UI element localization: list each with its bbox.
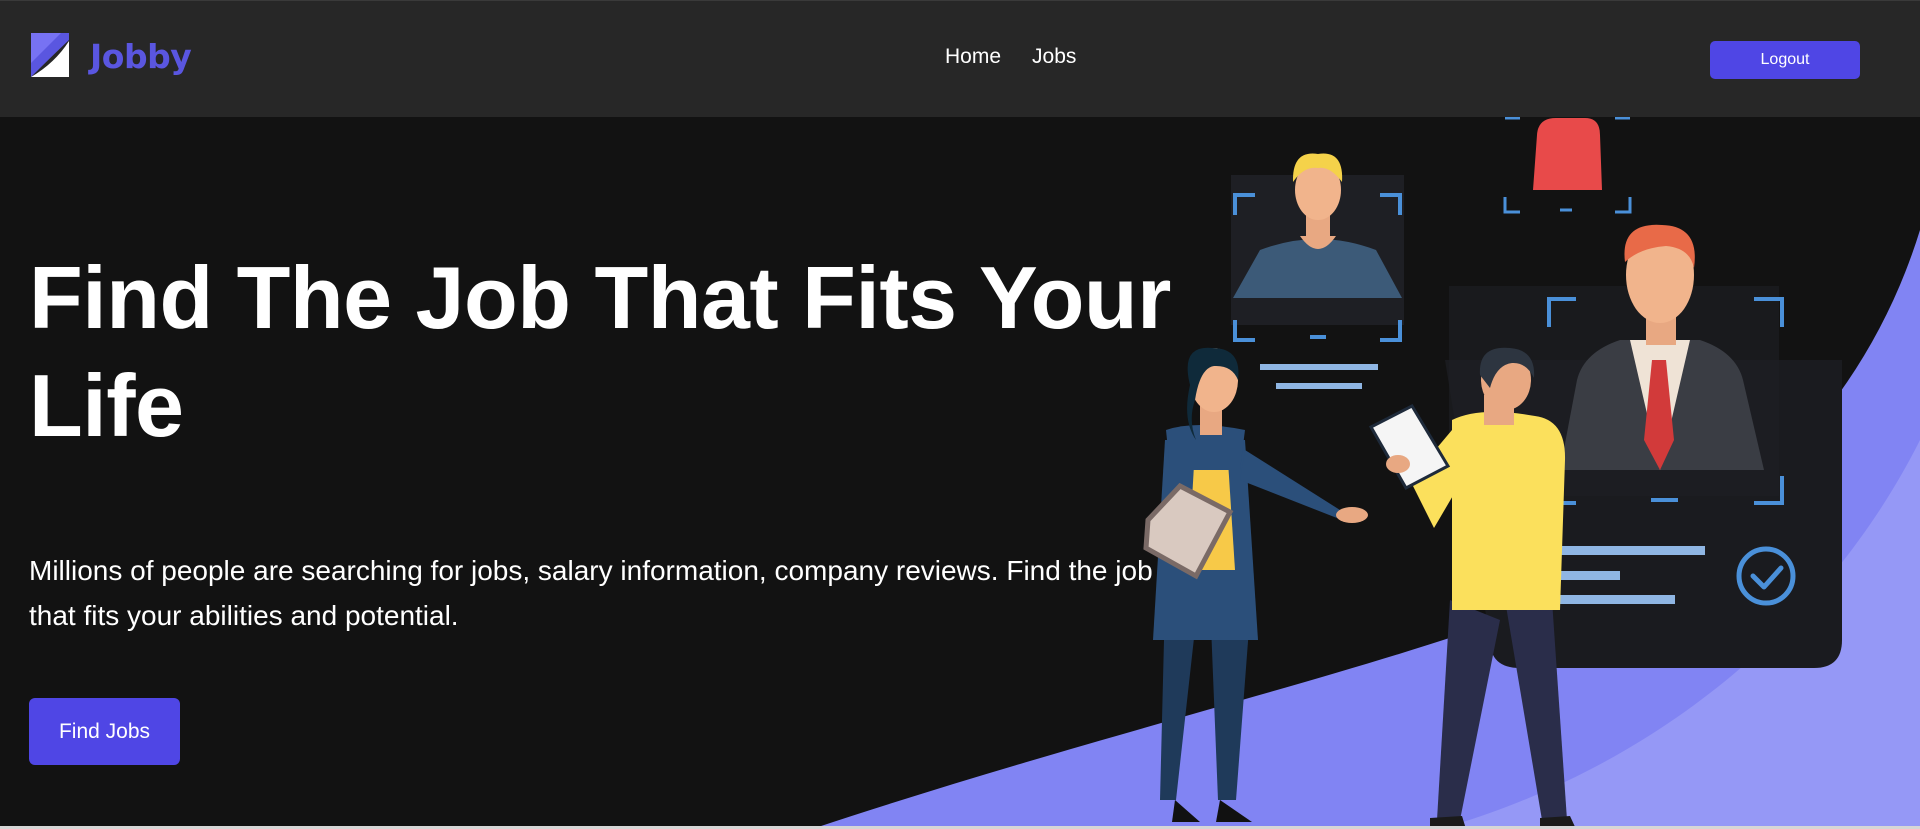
logout-button[interactable]: Logout (1710, 41, 1860, 79)
nav-link-home[interactable]: Home (945, 45, 1001, 69)
resume-line (1550, 595, 1675, 604)
find-jobs-button[interactable]: Find Jobs (29, 698, 180, 765)
resume-line (1550, 546, 1705, 555)
navbar: Jobby Home Jobs Logout (0, 0, 1920, 117)
nav-links: Home Jobs (945, 45, 1076, 69)
brand-name[interactable]: Jobby (90, 37, 192, 76)
hero-description: Millions of people are searching for job… (29, 555, 1153, 631)
nav-link-jobs[interactable]: Jobs (1032, 45, 1076, 69)
hero-title: Find The Job That Fits Your Life (29, 248, 1171, 455)
jobby-logo-icon[interactable] (31, 33, 69, 77)
